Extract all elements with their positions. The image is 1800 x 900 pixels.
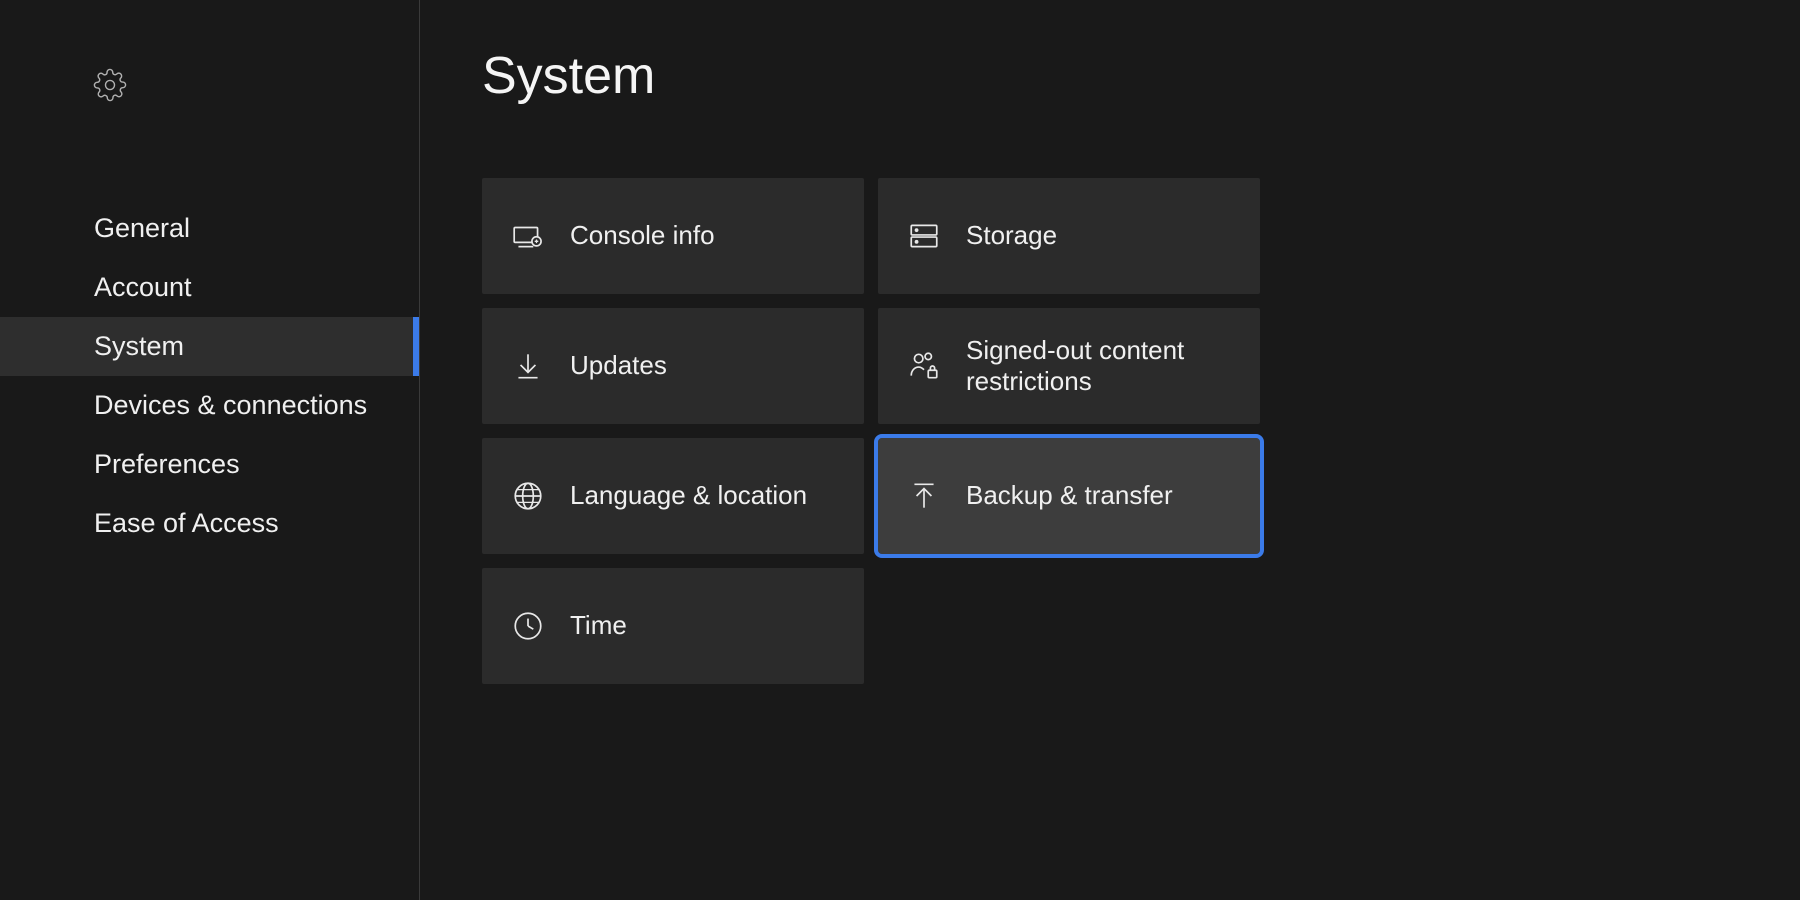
people-lock-icon — [906, 348, 942, 384]
sidebar-item-preferences[interactable]: Preferences — [0, 435, 419, 494]
sidebar-item-account[interactable]: Account — [0, 258, 419, 317]
tile-signed-out-restrictions[interactable]: Signed-out content restrictions — [878, 308, 1260, 424]
tile-updates[interactable]: Updates — [482, 308, 864, 424]
sidebar-item-general[interactable]: General — [0, 199, 419, 258]
settings-header — [0, 68, 419, 107]
sidebar-item-label: Devices & connections — [94, 390, 367, 421]
download-icon — [510, 348, 546, 384]
sidebar-item-system[interactable]: System — [0, 317, 419, 376]
sidebar-item-label: Account — [94, 272, 192, 303]
tile-backup-transfer[interactable]: Backup & transfer — [878, 438, 1260, 554]
tile-label: Backup & transfer — [966, 480, 1173, 511]
tile-label: Time — [570, 610, 627, 641]
tile-label: Language & location — [570, 480, 807, 511]
tile-label: Storage — [966, 220, 1057, 251]
tile-storage[interactable]: Storage — [878, 178, 1260, 294]
console-icon — [510, 218, 546, 254]
sidebar-item-ease-of-access[interactable]: Ease of Access — [0, 494, 419, 553]
sidebar-item-devices[interactable]: Devices & connections — [0, 376, 419, 435]
settings-tiles: Console info Storage Upda — [482, 178, 1800, 684]
globe-icon — [510, 478, 546, 514]
sidebar-item-label: Ease of Access — [94, 508, 279, 539]
tile-console-info[interactable]: Console info — [482, 178, 864, 294]
main-content: System Console info — [420, 0, 1800, 900]
tile-label: Updates — [570, 350, 667, 381]
tile-label: Console info — [570, 220, 715, 251]
gear-icon — [93, 89, 127, 106]
sidebar-item-label: Preferences — [94, 449, 240, 480]
storage-icon — [906, 218, 942, 254]
sidebar-item-label: System — [94, 331, 184, 362]
tile-label: Signed-out content restrictions — [966, 335, 1240, 397]
sidebar-item-label: General — [94, 213, 190, 244]
clock-icon — [510, 608, 546, 644]
page-title: System — [482, 46, 1800, 106]
upload-icon — [906, 478, 942, 514]
tile-language-location[interactable]: Language & location — [482, 438, 864, 554]
sidebar: General Account System Devices & connect… — [0, 0, 420, 900]
tile-time[interactable]: Time — [482, 568, 864, 684]
